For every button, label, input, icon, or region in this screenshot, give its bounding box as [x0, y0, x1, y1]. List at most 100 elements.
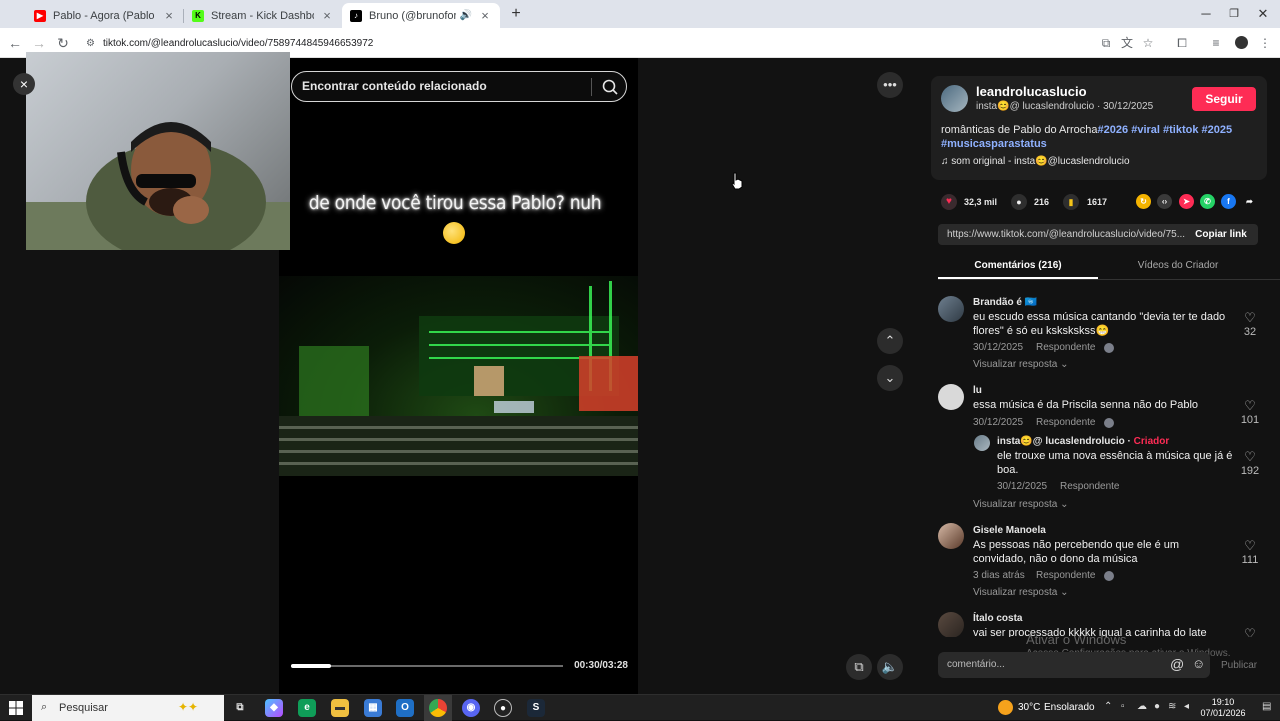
- like-button[interactable]: ♥: [941, 194, 957, 210]
- emoji-picker-icon[interactable]: ☺: [1192, 656, 1205, 671]
- cloud-icon[interactable]: ☁: [1137, 701, 1147, 712]
- bookmark-star-icon[interactable]: ☆: [1139, 34, 1157, 52]
- address-field[interactable]: ⚙ tiktok.com/@leandrolucaslucio/video/75…: [82, 32, 1092, 54]
- hashtag-link[interactable]: #viral: [1131, 124, 1160, 136]
- pip-icon[interactable]: ⧉: [846, 654, 872, 680]
- hashtag-link[interactable]: #tiktok: [1163, 124, 1198, 136]
- weather-temperature[interactable]: 30°C: [1018, 695, 1040, 721]
- reply-button[interactable]: Respondente: [1060, 481, 1120, 492]
- related-search-box[interactable]: Encontrar conteúdo relacionado: [291, 71, 627, 102]
- windows-start-icon[interactable]: [9, 701, 23, 715]
- media-control-icon[interactable]: ≡: [1207, 34, 1225, 52]
- notifications-icon[interactable]: ▤: [1262, 701, 1271, 712]
- wifi-icon[interactable]: ≋: [1168, 701, 1176, 712]
- save-button[interactable]: ▮: [1063, 194, 1079, 210]
- close-icon[interactable]: ×: [162, 8, 176, 23]
- install-app-icon[interactable]: ⧉: [1097, 34, 1115, 52]
- commenter-avatar[interactable]: [938, 384, 964, 410]
- restore-icon[interactable]: ❐: [1221, 4, 1247, 24]
- next-video-button[interactable]: ⌄: [877, 365, 903, 391]
- tab-creator-videos[interactable]: Vídeos do Criador: [1098, 258, 1258, 274]
- comment-like-icon[interactable]: ♡: [1240, 398, 1260, 414]
- close-window-icon[interactable]: ✕: [1250, 4, 1276, 24]
- view-replies-button[interactable]: Visualizar resposta ⌄: [973, 359, 1068, 370]
- commenter-name[interactable]: Gisele Manoela: [973, 525, 1046, 536]
- weather-description[interactable]: Ensolarado: [1044, 695, 1095, 721]
- tab-kick[interactable]: K Stream - Kick Dashboard ×: [184, 3, 342, 28]
- hashtag-link[interactable]: #2025: [1202, 124, 1233, 136]
- share-arrow-icon[interactable]: ➦: [1242, 194, 1257, 209]
- hashtag-link[interactable]: #musicasparastatus: [941, 138, 1047, 150]
- edge-icon[interactable]: e: [298, 699, 316, 717]
- hashtag-link[interactable]: #2026: [1098, 124, 1129, 136]
- forward-arrow-icon[interactable]: →: [30, 34, 48, 52]
- commenter-avatar[interactable]: [938, 612, 964, 637]
- store-icon[interactable]: ▦: [364, 699, 382, 717]
- creator-reply-name[interactable]: insta😊@ lucaslendrolucio · Criador: [997, 436, 1169, 447]
- comment-composer[interactable]: comentário... @ ☺: [938, 652, 1210, 678]
- comment-like-icon[interactable]: ♡: [1240, 626, 1260, 637]
- embed-icon[interactable]: ‹›: [1157, 194, 1172, 209]
- close-icon[interactable]: ×: [478, 8, 492, 23]
- publish-button[interactable]: Publicar: [1221, 660, 1257, 671]
- related-search-input[interactable]: Encontrar conteúdo relacionado: [302, 72, 487, 101]
- close-icon[interactable]: ×: [320, 8, 334, 23]
- speaker-icon[interactable]: ◂: [1184, 701, 1189, 712]
- comment-input[interactable]: comentário...: [947, 652, 1005, 678]
- comment-button[interactable]: ●: [1011, 194, 1027, 210]
- clock-time[interactable]: 19:10: [1203, 697, 1243, 707]
- whatsapp-icon[interactable]: ✆: [1200, 194, 1215, 209]
- commenter-avatar[interactable]: [938, 296, 964, 322]
- show-hidden-icons-icon[interactable]: ⌃: [1104, 701, 1112, 712]
- commenter-name[interactable]: Ítalo costa: [973, 613, 1022, 624]
- extensions-icon[interactable]: ⧠: [1173, 34, 1191, 52]
- outlook-icon[interactable]: O: [396, 699, 414, 717]
- author-avatar[interactable]: [941, 85, 968, 112]
- reply-button[interactable]: Respondente: [1036, 417, 1096, 428]
- search-icon[interactable]: [600, 77, 620, 97]
- translate-icon[interactable]: 文: [1118, 34, 1136, 52]
- comment-like-icon[interactable]: ♡: [1240, 310, 1260, 326]
- file-explorer-icon[interactable]: ▬: [331, 699, 349, 717]
- view-replies-button[interactable]: Visualizar resposta ⌄: [973, 499, 1068, 510]
- view-replies-button[interactable]: Visualizar resposta ⌄: [973, 587, 1068, 598]
- copy-link-button[interactable]: Copiar link: [1186, 224, 1256, 245]
- commenter-name[interactable]: lu: [973, 385, 982, 396]
- chrome-icon[interactable]: [429, 699, 447, 717]
- progress-track[interactable]: [291, 665, 563, 667]
- tab-youtube[interactable]: ▶ Pablo - Agora (Pablo 20 anos) - ×: [26, 3, 184, 28]
- tab-tiktok[interactable]: ♪ Bruno (@brunoforllan) | Tik 🔊 ×: [342, 3, 500, 28]
- commenter-name[interactable]: Brandão é 🇺🇳: [973, 297, 1037, 308]
- site-info-icon[interactable]: ⚙: [86, 38, 95, 49]
- discord-icon[interactable]: ◉: [462, 699, 480, 717]
- profile-avatar[interactable]: [1232, 34, 1250, 52]
- obs-icon[interactable]: ●: [494, 699, 512, 717]
- tab-comments[interactable]: Comentários (216): [938, 258, 1098, 274]
- follow-button[interactable]: Seguir: [1192, 87, 1256, 111]
- mention-button[interactable]: @: [1170, 656, 1184, 672]
- clock-date[interactable]: 07/01/2026: [1196, 708, 1250, 718]
- comment-like-icon[interactable]: ♡: [1240, 538, 1260, 554]
- facebook-icon[interactable]: f: [1221, 194, 1236, 209]
- previous-video-button[interactable]: ⌃: [877, 328, 903, 354]
- send-icon[interactable]: ➤: [1179, 194, 1194, 209]
- author-username[interactable]: leandrolucaslucio: [976, 84, 1087, 99]
- volume-icon[interactable]: 🔈: [877, 654, 903, 680]
- minimize-icon[interactable]: ─: [1193, 4, 1219, 24]
- steam-icon[interactable]: S: [527, 699, 545, 717]
- reply-button[interactable]: Respondente: [1036, 570, 1096, 581]
- menu-kebab-icon[interactable]: ⋮: [1256, 34, 1274, 52]
- reload-icon[interactable]: ↻: [54, 34, 72, 52]
- back-arrow-icon[interactable]: ←: [6, 34, 24, 52]
- commenter-avatar[interactable]: [938, 523, 964, 549]
- new-tab-button[interactable]: +: [503, 4, 529, 24]
- device-icon[interactable]: ▫: [1121, 701, 1125, 712]
- comment-like-icon[interactable]: ♡: [1240, 449, 1260, 465]
- speaker-icon[interactable]: 🔊: [460, 10, 472, 21]
- progress-fill[interactable]: [291, 664, 331, 668]
- microphone-icon[interactable]: ●: [1154, 701, 1160, 712]
- commenter-avatar[interactable]: [974, 435, 990, 451]
- sound-link[interactable]: ♫ som original - insta😊@lucaslendrolucio: [941, 156, 1130, 167]
- taskbar-search[interactable]: ⌕ Pesquisar ✦✦: [32, 695, 224, 721]
- more-options-icon[interactable]: •••: [877, 72, 903, 98]
